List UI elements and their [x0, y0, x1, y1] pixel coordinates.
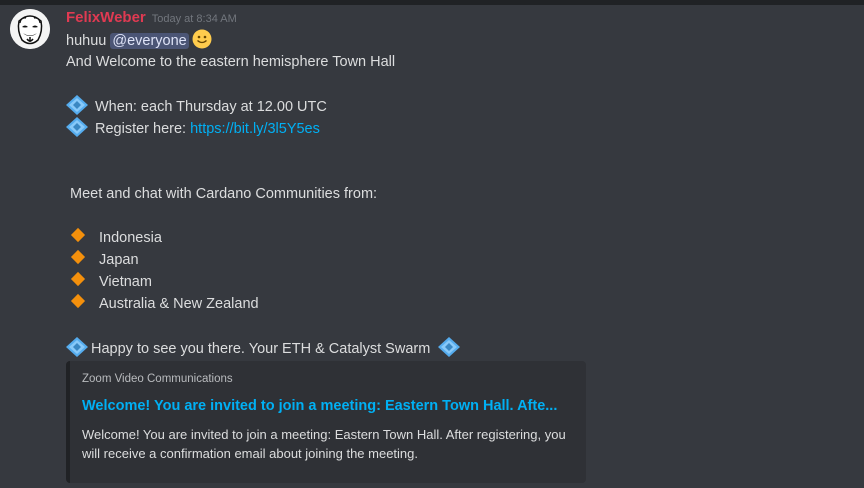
- when-line: When: each Thursday at 12.00 UTC: [66, 95, 846, 117]
- embed-title-link[interactable]: Welcome! You are invited to join a meeti…: [82, 396, 574, 416]
- user-avatar[interactable]: [10, 9, 50, 49]
- community-name: Indonesia: [99, 230, 162, 246]
- orange-diamond-icon: [70, 271, 86, 287]
- greeting-text: huhuu: [66, 33, 111, 49]
- register-label: Register here:: [95, 121, 191, 137]
- when-text: When: each Thursday at 12.00 UTC: [95, 99, 327, 115]
- community-name: Vietnam: [99, 274, 152, 290]
- register-line: Register here: https://bit.ly/3l5Y5es: [66, 117, 846, 139]
- everyone-mention[interactable]: @everyone: [110, 33, 189, 49]
- community-item: Vietnam: [66, 271, 846, 293]
- slightly-smiling-face-icon: [192, 29, 212, 49]
- diamond-with-dot-icon: [66, 337, 88, 357]
- top-bar: [0, 0, 864, 5]
- link-embed: Zoom Video Communications Welcome! You a…: [66, 361, 586, 483]
- greeting-line: huhuu @everyone: [66, 29, 846, 51]
- message: FelixWeber Today at 8:34 AM huhuu @everyo…: [66, 8, 846, 359]
- embed-provider: Zoom Video Communications: [82, 373, 233, 385]
- closing-line: Happy to see you there. Your ETH & Catal…: [66, 337, 846, 359]
- register-link[interactable]: https://bit.ly/3l5Y5es: [190, 121, 320, 137]
- diamond-with-dot-icon: [438, 337, 461, 357]
- meet-line: Meet and chat with Cardano Communities f…: [70, 186, 378, 202]
- community-name: Japan: [99, 252, 139, 268]
- orange-diamond-icon: [70, 293, 86, 309]
- community-item: Indonesia: [66, 227, 846, 249]
- diamond-with-dot-icon: [66, 117, 88, 137]
- community-item: Australia & New Zealand: [66, 293, 846, 315]
- orange-diamond-icon: [70, 227, 86, 243]
- community-item: Japan: [66, 249, 846, 271]
- welcome-line: And Welcome to the eastern hemisphere To…: [66, 54, 396, 70]
- orange-diamond-icon: [70, 249, 86, 265]
- diamond-with-dot-icon: [66, 95, 88, 115]
- embed-description: Welcome! You are invited to join a meeti…: [82, 427, 566, 461]
- message-timestamp: Today at 8:34 AM: [151, 13, 237, 25]
- closing-text: Happy to see you there. Your ETH & Catal…: [91, 341, 431, 357]
- author-username[interactable]: FelixWeber: [66, 9, 146, 26]
- community-name: Australia & New Zealand: [99, 296, 259, 312]
- message-header: FelixWeber Today at 8:34 AM: [66, 8, 846, 28]
